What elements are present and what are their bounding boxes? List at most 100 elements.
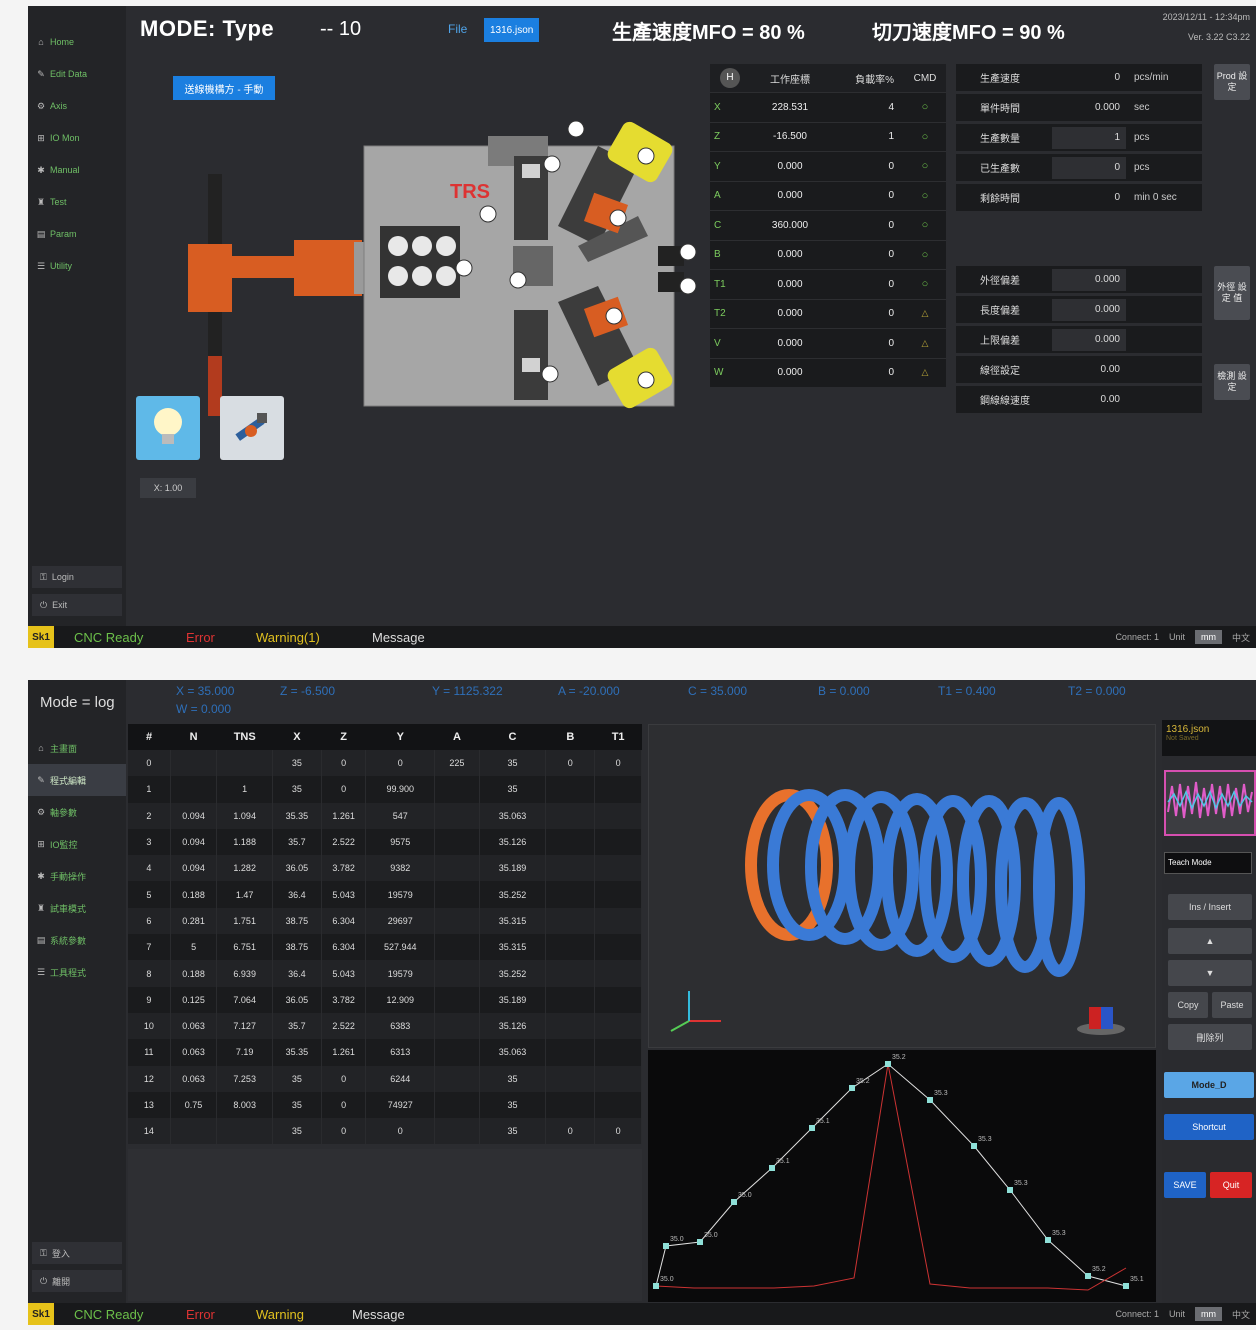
table-cell[interactable]: 35: [479, 776, 547, 803]
table-cell[interactable]: [170, 750, 218, 777]
file-chip[interactable]: 1316.json: [484, 18, 540, 42]
table-cell[interactable]: 3: [128, 828, 171, 856]
table-cell[interactable]: 19579: [365, 881, 436, 908]
table-cell[interactable]: 36.05: [272, 855, 322, 882]
spring-3d-view[interactable]: [648, 724, 1156, 1048]
table-cell[interactable]: 7.19: [216, 1039, 273, 1066]
table-cell[interactable]: 1: [216, 776, 273, 803]
table-cell[interactable]: 0: [365, 750, 436, 777]
table-cell[interactable]: 99.900: [365, 776, 436, 803]
mode-d-button[interactable]: Mode_D: [1164, 1072, 1254, 1098]
table-cell[interactable]: 9: [128, 986, 171, 1013]
graph-point[interactable]: [769, 1165, 775, 1171]
table-cell[interactable]: 10: [128, 1012, 171, 1040]
table-cell[interactable]: 35: [479, 1091, 547, 1119]
graph-point[interactable]: [1007, 1187, 1013, 1193]
table-cell[interactable]: 13: [128, 1091, 171, 1119]
warning-tab[interactable]: Warning: [256, 1307, 352, 1322]
table-cell[interactable]: 36.4: [272, 881, 322, 908]
table-cell[interactable]: 8.003: [216, 1091, 273, 1119]
table-row[interactable]: 3 0.094 1.188 35.7 2.522 9575 35.126: [128, 828, 642, 856]
graph-point[interactable]: [849, 1085, 855, 1091]
table-cell[interactable]: 5: [128, 881, 171, 908]
table-row[interactable]: 2 0.094 1.094 35.35 1.261 547 35.063: [128, 802, 642, 829]
table-cell[interactable]: 0.094: [170, 855, 218, 882]
shortcut-button[interactable]: Shortcut: [1164, 1114, 1254, 1140]
param-value[interactable]: 0.000: [1052, 268, 1126, 291]
graph-point[interactable]: [927, 1097, 933, 1103]
table-cell[interactable]: [434, 1065, 480, 1092]
table-cell[interactable]: 36.4: [272, 960, 322, 987]
table-cell[interactable]: 35.063: [479, 802, 547, 829]
login-button[interactable]: ⚿ Login: [32, 566, 122, 588]
table-cell[interactable]: 35: [479, 1118, 547, 1145]
table-cell[interactable]: 1.261: [321, 1039, 367, 1066]
table-cell[interactable]: 0: [365, 1118, 436, 1145]
exit-button[interactable]: ⏻ 離開: [32, 1270, 122, 1292]
table-cell[interactable]: 7: [128, 934, 171, 961]
table-cell[interactable]: [434, 828, 480, 856]
table-row[interactable]: 0 35 0 0 225 35 0 0: [128, 750, 642, 777]
teach-mode-select[interactable]: Teach Mode: [1164, 852, 1252, 874]
table-cell[interactable]: 0: [321, 1118, 367, 1145]
paste-button[interactable]: Paste: [1212, 992, 1252, 1018]
table-cell[interactable]: [434, 960, 480, 987]
sidebar-item[interactable]: ⚙ 軸參數: [28, 796, 126, 828]
param-value[interactable]: 0: [1052, 156, 1126, 179]
table-cell[interactable]: 0.063: [170, 1065, 218, 1092]
table-cell[interactable]: 5.043: [321, 881, 367, 908]
table-cell[interactable]: [434, 881, 480, 908]
table-cell[interactable]: 14: [128, 1118, 171, 1145]
table-cell[interactable]: 1.261: [321, 802, 367, 829]
param-value[interactable]: 0.000: [1052, 298, 1126, 321]
table-cell[interactable]: 35.189: [479, 986, 547, 1013]
table-cell[interactable]: 8: [128, 960, 171, 987]
table-cell[interactable]: 0: [321, 750, 367, 777]
table-row[interactable]: 14 35 0 0 35 0 0: [128, 1118, 642, 1145]
graph-point[interactable]: [1123, 1283, 1129, 1289]
table-cell[interactable]: 19579: [365, 960, 436, 987]
table-cell[interactable]: [434, 1012, 480, 1040]
table-cell[interactable]: 4: [128, 855, 171, 882]
prod-settings-button[interactable]: Prod 設定: [1214, 64, 1250, 100]
table-cell[interactable]: [434, 1091, 480, 1119]
table-cell[interactable]: 0: [594, 750, 642, 777]
table-cell[interactable]: [216, 750, 273, 777]
table-cell[interactable]: [594, 776, 642, 803]
table-cell[interactable]: 38.75: [272, 907, 322, 935]
table-cell[interactable]: [594, 934, 642, 961]
table-cell[interactable]: [594, 828, 642, 856]
table-cell[interactable]: 7.253: [216, 1065, 273, 1092]
table-cell[interactable]: 6.304: [321, 907, 367, 935]
table-cell[interactable]: 35: [272, 1065, 322, 1092]
graph-point[interactable]: [653, 1283, 659, 1289]
table-cell[interactable]: [434, 907, 480, 935]
table-row[interactable]: 6 0.281 1.751 38.75 6.304 29697 35.315: [128, 907, 642, 935]
table-cell[interactable]: 0.75: [170, 1091, 218, 1119]
table-cell[interactable]: 35.252: [479, 960, 547, 987]
table-cell[interactable]: 0: [321, 776, 367, 803]
table-cell[interactable]: [594, 986, 642, 1013]
sidebar-item[interactable]: ✎ Edit Data: [28, 58, 126, 90]
axis-row[interactable]: T2 0.000 0 △: [710, 298, 946, 328]
table-cell[interactable]: [545, 960, 596, 987]
table-cell[interactable]: [545, 802, 596, 829]
table-row[interactable]: 13 0.75 8.003 35 0 74927 35: [128, 1091, 642, 1119]
light-toggle-button[interactable]: [136, 396, 200, 460]
table-cell[interactable]: 35: [479, 750, 547, 777]
table-cell[interactable]: [545, 1012, 596, 1040]
table-cell[interactable]: [545, 776, 596, 803]
login-button[interactable]: ⚿ 登入: [32, 1242, 122, 1264]
error-tab[interactable]: Error: [186, 1307, 256, 1322]
table-row[interactable]: 4 0.094 1.282 36.05 3.782 9382 35.189: [128, 855, 642, 882]
table-cell[interactable]: 0.094: [170, 802, 218, 829]
table-cell[interactable]: [434, 855, 480, 882]
table-row[interactable]: 9 0.125 7.064 36.05 3.782 12.909 35.189: [128, 986, 642, 1013]
table-cell[interactable]: 35.315: [479, 934, 547, 961]
table-cell[interactable]: 35: [479, 1065, 547, 1092]
table-cell[interactable]: 5.043: [321, 960, 367, 987]
sidebar-item[interactable]: ▤ Param: [28, 218, 126, 250]
table-cell[interactable]: 35.252: [479, 881, 547, 908]
table-cell[interactable]: 7.064: [216, 986, 273, 1013]
table-cell[interactable]: [594, 802, 642, 829]
